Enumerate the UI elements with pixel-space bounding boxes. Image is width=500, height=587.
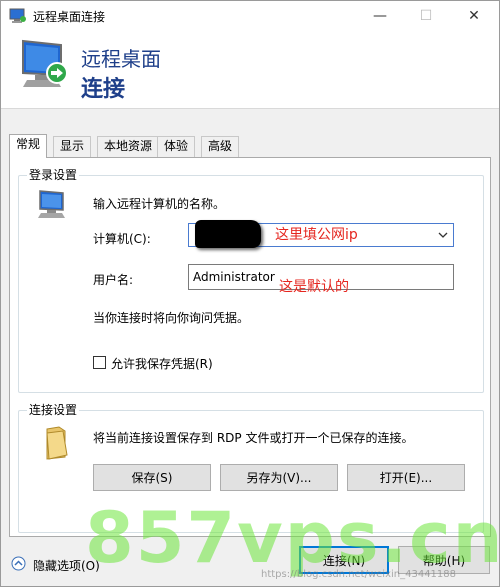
- tab-general[interactable]: 常规: [9, 134, 48, 158]
- title-bar[interactable]: 远程桌面连接 — ☐ ✕: [1, 1, 499, 31]
- remote-monitor-icon: [22, 39, 68, 87]
- collapse-options-icon[interactable]: [11, 556, 26, 571]
- window-title: 远程桌面连接: [33, 10, 106, 24]
- allow-save-credentials-label[interactable]: 允许我保存凭据(R): [111, 355, 213, 372]
- hide-options-link[interactable]: 隐藏选项(O): [33, 557, 100, 574]
- help-button[interactable]: 帮助(H): [398, 546, 490, 574]
- maximize-button[interactable]: ☐: [403, 1, 449, 31]
- tab-display[interactable]: 显示: [53, 136, 92, 157]
- login-settings-group: 登录设置 输入远程计算机的名称。 计算机(C): 这里填公网ip 用户名: Ad…: [18, 168, 484, 393]
- rdp-file-icon: [46, 426, 68, 460]
- tab-local-resources[interactable]: 本地资源: [97, 136, 160, 157]
- close-button[interactable]: ✕: [451, 1, 497, 31]
- username-label: 用户名:: [93, 273, 134, 287]
- banner-title-line1: 远程桌面: [81, 47, 161, 71]
- header-banner: 远程桌面 连接: [1, 31, 499, 109]
- save-button[interactable]: 保存(S): [93, 464, 211, 491]
- tab-experience[interactable]: 体验: [157, 136, 196, 157]
- computer-label: 计算机(C):: [93, 232, 151, 246]
- credential-note: 当你连接时将向你询问凭据。: [93, 311, 250, 325]
- computer-annotation: 这里填公网ip: [275, 227, 358, 243]
- login-settings-label: 登录设置: [27, 168, 80, 182]
- username-value: Administrator: [193, 270, 275, 284]
- connect-button[interactable]: 连接(N): [299, 546, 389, 574]
- banner-title-line2: 连接: [81, 77, 126, 102]
- open-button[interactable]: 打开(E)...: [347, 464, 465, 491]
- remote-desktop-icon: [9, 8, 26, 23]
- computer-name-prompt: 输入远程计算机的名称。: [93, 197, 226, 211]
- connection-settings-label: 连接设置: [27, 403, 80, 417]
- connection-description: 将当前连接设置保存到 RDP 文件或打开一个已保存的连接。: [93, 431, 414, 445]
- minimize-button[interactable]: —: [357, 1, 403, 31]
- redacted-ip-mark: [195, 220, 261, 248]
- save-as-button[interactable]: 另存为(V)...: [220, 464, 338, 491]
- allow-save-credentials-checkbox[interactable]: [93, 356, 106, 369]
- tab-panel-general: 登录设置 输入远程计算机的名称。 计算机(C): 这里填公网ip 用户名: Ad…: [9, 157, 491, 537]
- username-annotation: 这是默认的: [279, 279, 349, 295]
- tab-advanced[interactable]: 高级: [201, 136, 240, 157]
- chevron-down-icon[interactable]: [437, 229, 449, 241]
- remote-desktop-window: 远程桌面连接 — ☐ ✕ 远程桌面 连接 常规 显示 本地资源 体验 高级 登录…: [0, 0, 500, 587]
- connection-settings-group: 连接设置 将当前连接设置保存到 RDP 文件或打开一个已保存的连接。 保存(S)…: [18, 403, 484, 533]
- computer-icon: [38, 190, 65, 218]
